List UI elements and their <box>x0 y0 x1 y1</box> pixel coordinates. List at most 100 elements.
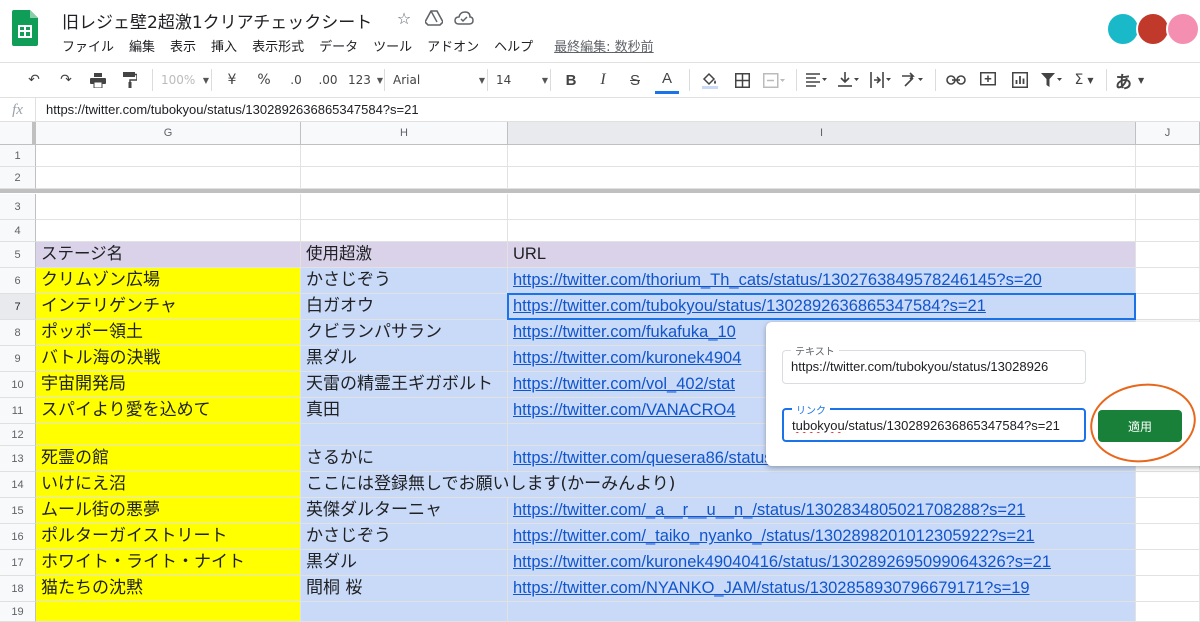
text-color-button[interactable]: A <box>655 66 679 94</box>
row-header[interactable]: 7 <box>0 294 36 320</box>
cell-g[interactable]: ポルターガイストリート <box>36 524 301 550</box>
avatar[interactable] <box>1136 12 1170 46</box>
borders-icon[interactable] <box>730 66 754 94</box>
cell-g[interactable]: 宇宙開発局 <box>36 372 301 398</box>
drive-move-icon[interactable] <box>424 8 444 28</box>
row-header[interactable]: 15 <box>0 498 36 524</box>
row-header[interactable]: 1 <box>0 145 36 167</box>
cell-j[interactable] <box>1136 576 1200 602</box>
header-cell-g[interactable]: ステージ名 <box>36 242 301 268</box>
cell-g[interactable] <box>36 424 301 446</box>
menu-help[interactable]: ヘルプ <box>494 36 540 55</box>
cell-g[interactable] <box>36 220 301 242</box>
number-format-select[interactable]: 123 ▼ <box>348 66 383 94</box>
formula-input[interactable]: https://twitter.com/tubokyou/status/1302… <box>36 102 419 117</box>
cell-h[interactable]: 間桐 桜 <box>301 576 508 602</box>
text-wrapping-icon[interactable] <box>869 66 893 94</box>
star-icon[interactable]: ☆ <box>394 8 414 28</box>
paint-format-icon[interactable] <box>118 66 142 94</box>
cell-j[interactable] <box>1136 498 1200 524</box>
cell-i[interactable] <box>508 602 1136 622</box>
cell-g[interactable] <box>36 602 301 622</box>
row-header[interactable]: 8 <box>0 320 36 346</box>
cell-j[interactable] <box>1136 524 1200 550</box>
percent-format-button[interactable]: % <box>252 66 276 94</box>
strikethrough-button[interactable]: S <box>623 66 647 94</box>
insert-chart-icon[interactable] <box>1008 66 1032 94</box>
cell-g[interactable]: いけにえ沼 <box>36 472 301 498</box>
menu-data[interactable]: データ <box>319 36 365 55</box>
row-header[interactable]: 16 <box>0 524 36 550</box>
url-link-cell[interactable]: https://twitter.com/kuronek49040416/stat… <box>508 550 1136 576</box>
sheets-logo-icon[interactable] <box>12 10 38 46</box>
undo-icon[interactable]: ↶ <box>22 66 46 94</box>
cell-j[interactable] <box>1136 194 1200 220</box>
freeze-divider[interactable] <box>0 189 1200 193</box>
apply-button[interactable]: 適用 <box>1098 410 1182 442</box>
font-family-select[interactable]: Arial ▼ <box>393 66 485 94</box>
header-cell-h[interactable]: 使用超激 <box>301 242 508 268</box>
select-all-corner[interactable] <box>0 122 36 145</box>
row-header[interactable]: 14 <box>0 472 36 498</box>
fill-color-icon[interactable] <box>698 66 722 94</box>
row-header[interactable]: 5 <box>0 242 36 268</box>
cell-h[interactable]: かさじぞう <box>301 524 508 550</box>
cell-g[interactable] <box>36 194 301 220</box>
menu-tools[interactable]: ツール <box>373 36 419 55</box>
cell-h[interactable] <box>301 145 508 167</box>
row-header[interactable]: 3 <box>0 194 36 220</box>
cell-h[interactable] <box>301 194 508 220</box>
cell-g[interactable]: インテリゲンチャ <box>36 294 301 320</box>
cell-j[interactable] <box>1136 145 1200 167</box>
cell-g[interactable]: クリムゾン広場 <box>36 268 301 294</box>
insert-comment-icon[interactable] <box>976 66 1000 94</box>
italic-button[interactable]: I <box>591 66 615 94</box>
cell-i[interactable] <box>508 220 1136 242</box>
row-header[interactable]: 9 <box>0 346 36 372</box>
column-header-i[interactable]: I <box>508 122 1136 145</box>
cell-h[interactable]: 白ガオウ <box>301 294 508 320</box>
column-header-g[interactable]: G <box>36 122 301 145</box>
url-link-cell[interactable]: https://twitter.com/_a__r__u__n_/status/… <box>508 498 1136 524</box>
cell-g[interactable]: 猫たちの沈黙 <box>36 576 301 602</box>
cell-i[interactable] <box>508 167 1136 189</box>
menu-addons[interactable]: アドオン <box>427 36 486 55</box>
document-title[interactable]: 旧レジェ壁2超激1クリアチェックシート <box>62 8 372 33</box>
cloud-saved-icon[interactable] <box>454 8 474 28</box>
cell-j[interactable] <box>1136 472 1200 498</box>
row-header[interactable]: 12 <box>0 424 36 446</box>
cell-h[interactable]: かさじぞう <box>301 268 508 294</box>
cell-h[interactable]: 黒ダル <box>301 346 508 372</box>
menu-edit[interactable]: 編集 <box>129 36 162 55</box>
cell-g[interactable]: ムール街の悪夢 <box>36 498 301 524</box>
row-header[interactable]: 10 <box>0 372 36 398</box>
cell-g[interactable]: バトル海の決戦 <box>36 346 301 372</box>
menu-insert[interactable]: 挿入 <box>211 36 244 55</box>
row-header[interactable]: 4 <box>0 220 36 242</box>
column-header-h[interactable]: H <box>301 122 508 145</box>
cell-g[interactable]: ポッポー領土 <box>36 320 301 346</box>
row-header[interactable]: 18 <box>0 576 36 602</box>
column-header-j[interactable]: J <box>1136 122 1200 145</box>
merge-cells-icon[interactable] <box>762 66 786 94</box>
cell-h[interactable] <box>301 167 508 189</box>
bold-button[interactable]: B <box>559 66 583 94</box>
cell-h[interactable]: 黒ダル <box>301 550 508 576</box>
row-header[interactable]: 11 <box>0 398 36 424</box>
cell-g[interactable]: 死霊の館 <box>36 446 301 472</box>
decrease-decimal-button[interactable]: .0 <box>284 66 308 94</box>
cell-h[interactable] <box>301 220 508 242</box>
link-text-value[interactable]: https://twitter.com/tubokyou/status/1302… <box>791 359 1079 374</box>
cell-h[interactable]: ここには登録無しでお願いします(かーみんより) <box>301 472 675 498</box>
print-icon[interactable] <box>86 66 110 94</box>
cell-j[interactable] <box>1136 550 1200 576</box>
cell-g[interactable]: ホワイト・ライト・ナイト <box>36 550 301 576</box>
row-header[interactable]: 2 <box>0 167 36 189</box>
cell-h[interactable]: クビランパサラン <box>301 320 508 346</box>
cell-h[interactable]: 英傑ダルターニャ <box>301 498 508 524</box>
cell-g[interactable] <box>36 167 301 189</box>
vertical-align-icon[interactable] <box>837 66 861 94</box>
link-url-field[interactable]: リンク tubokyou/status/1302892636865347584?… <box>782 402 1086 442</box>
menu-view[interactable]: 表示 <box>170 36 203 55</box>
avatar[interactable] <box>1106 12 1140 46</box>
